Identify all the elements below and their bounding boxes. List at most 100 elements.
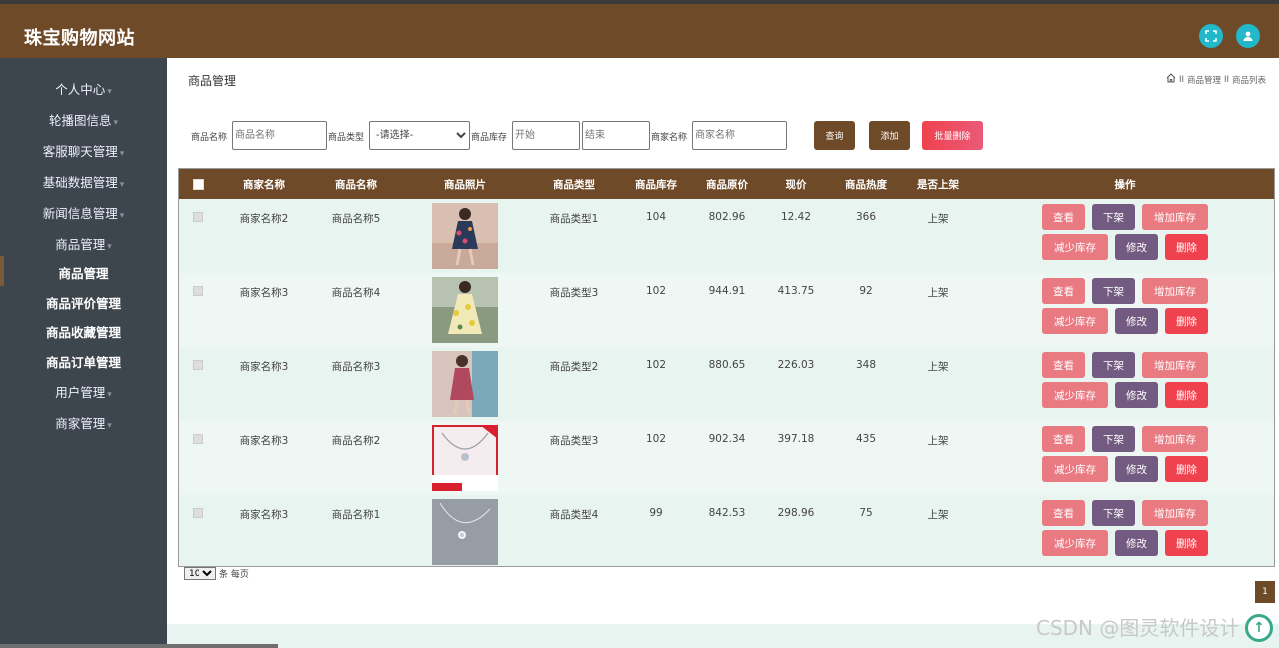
- heat-cell: 348: [855, 359, 877, 371]
- column-header: 商品类型: [553, 179, 595, 191]
- off-shelf-button[interactable]: 下架: [1092, 204, 1135, 230]
- product-photo-necklace[interactable]: [432, 499, 498, 565]
- heat-cell: 92: [859, 285, 873, 297]
- sidebar-subitem-goods[interactable]: 商品管理: [0, 263, 167, 282]
- breadcrumb-item[interactable]: 商品管理: [1187, 74, 1221, 86]
- breadcrumb-separator: II: [1223, 74, 1229, 85]
- delete-button[interactable]: 删除: [1165, 530, 1208, 556]
- sidebar-item-news[interactable]: 新闻信息管理 ▾: [0, 203, 167, 222]
- reduce-stock-button[interactable]: 减少库存: [1042, 308, 1108, 334]
- sidebar-subitem-favorites[interactable]: 商品收藏管理: [0, 322, 167, 341]
- user-icon[interactable]: [1236, 24, 1260, 48]
- sidebar-item-label: 商家管理: [55, 416, 106, 431]
- edit-button[interactable]: 修改: [1115, 530, 1158, 556]
- row-checkbox[interactable]: [193, 212, 203, 222]
- off-shelf-button[interactable]: 下架: [1092, 352, 1135, 378]
- delete-button[interactable]: 删除: [1165, 234, 1208, 260]
- sidebar-subitem-reviews[interactable]: 商品评价管理: [0, 293, 167, 312]
- chevron-down-icon: ▾: [119, 180, 125, 190]
- sidebar-subitem-orders[interactable]: 商品订单管理: [0, 352, 167, 371]
- status-cell: 上架: [927, 361, 949, 373]
- column-header: 是否上架: [917, 179, 959, 191]
- reduce-stock-button[interactable]: 减少库存: [1042, 456, 1108, 482]
- add-stock-button[interactable]: 增加库存: [1142, 426, 1208, 452]
- product-photo-dress[interactable]: [432, 203, 498, 269]
- goods-name-cell: 商品名称5: [331, 213, 381, 225]
- merchant-filter-input[interactable]: [692, 121, 787, 150]
- stock-start-input[interactable]: [512, 121, 580, 150]
- edit-button[interactable]: 修改: [1115, 308, 1158, 334]
- reduce-stock-button[interactable]: 减少库存: [1042, 530, 1108, 556]
- goods-name-cell: 商品名称1: [331, 509, 381, 521]
- app-title: 珠宝购物网站: [24, 28, 135, 49]
- row-checkbox[interactable]: [193, 434, 203, 444]
- row-checkbox[interactable]: [193, 508, 203, 518]
- goods-name-cell: 商品名称2: [331, 435, 381, 447]
- add-stock-button[interactable]: 增加库存: [1142, 352, 1208, 378]
- view-button[interactable]: 查看: [1042, 352, 1085, 378]
- batch-delete-button[interactable]: 批量删除: [922, 121, 983, 150]
- product-photo-dress[interactable]: [432, 351, 498, 417]
- header-bar: 珠宝购物网站: [0, 4, 1279, 58]
- type-filter-label: 商品类型: [328, 133, 365, 143]
- sidebar-item-label: 个人中心: [55, 82, 106, 97]
- table-header: 商家名称 商品名称 商品照片 商品类型 商品库存 商品原价 现价 商品热度 是否…: [179, 169, 1274, 199]
- off-shelf-button[interactable]: 下架: [1092, 278, 1135, 304]
- delete-button[interactable]: 删除: [1165, 382, 1208, 408]
- edit-button[interactable]: 修改: [1115, 234, 1158, 260]
- product-photo-necklace[interactable]: [432, 425, 498, 491]
- merchant-cell: 商家名称3: [239, 435, 289, 447]
- view-button[interactable]: 查看: [1042, 426, 1085, 452]
- add-button[interactable]: 添加: [869, 121, 910, 150]
- price-cell: 413.75: [777, 285, 815, 297]
- original-price-cell: 944.91: [708, 285, 746, 297]
- original-price-cell: 880.65: [708, 359, 746, 371]
- expand-icon[interactable]: [1199, 24, 1223, 48]
- column-header: 操作: [1114, 179, 1136, 191]
- sidebar-item-users[interactable]: 用户管理 ▾: [0, 382, 167, 401]
- edit-button[interactable]: 修改: [1115, 382, 1158, 408]
- merchant-cell: 商家名称2: [239, 213, 289, 225]
- view-button[interactable]: 查看: [1042, 500, 1085, 526]
- off-shelf-button[interactable]: 下架: [1092, 500, 1135, 526]
- edit-button[interactable]: 修改: [1115, 456, 1158, 482]
- reduce-stock-button[interactable]: 减少库存: [1042, 234, 1108, 260]
- scroll-top-icon[interactable]: ↑: [1245, 614, 1273, 642]
- sidebar-item-chat[interactable]: 客服聊天管理 ▾: [0, 141, 167, 160]
- home-icon[interactable]: [1166, 73, 1176, 86]
- status-cell: 上架: [927, 287, 949, 299]
- horizontal-scrollbar[interactable]: [0, 644, 278, 648]
- sidebar-item-personal-center[interactable]: 个人中心 ▾: [0, 79, 167, 98]
- column-header: 现价: [785, 179, 807, 191]
- name-filter-input[interactable]: [232, 121, 327, 150]
- stock-end-input[interactable]: [582, 121, 650, 150]
- add-stock-button[interactable]: 增加库存: [1142, 204, 1208, 230]
- original-price-cell: 802.96: [708, 211, 746, 223]
- reduce-stock-button[interactable]: 减少库存: [1042, 382, 1108, 408]
- sidebar-item-goods[interactable]: 商品管理 ▾: [0, 234, 167, 253]
- view-button[interactable]: 查看: [1042, 204, 1085, 230]
- off-shelf-button[interactable]: 下架: [1092, 426, 1135, 452]
- sidebar-item-merchants[interactable]: 商家管理 ▾: [0, 413, 167, 432]
- sidebar-item-carousel[interactable]: 轮播图信息 ▾: [0, 110, 167, 129]
- delete-button[interactable]: 删除: [1165, 456, 1208, 482]
- page-number-button[interactable]: 1: [1255, 581, 1275, 603]
- page-size-select[interactable]: 10: [184, 567, 216, 580]
- select-all-checkbox[interactable]: [193, 179, 204, 190]
- table-row: 商家名称3 商品名称1 商品类型4 99 842.53 298.96 75 上架…: [179, 495, 1274, 566]
- search-button[interactable]: 查询: [814, 121, 855, 150]
- add-stock-button[interactable]: 增加库存: [1142, 500, 1208, 526]
- add-stock-button[interactable]: 增加库存: [1142, 278, 1208, 304]
- breadcrumb-separator: II: [1178, 74, 1184, 85]
- delete-button[interactable]: 删除: [1165, 308, 1208, 334]
- original-price-cell: 902.34: [708, 433, 746, 445]
- sidebar-item-label: 客服聊天管理: [42, 144, 118, 159]
- watermark-text: CSDN @图灵软件设计: [1036, 616, 1240, 640]
- sidebar-item-base-data[interactable]: 基础数据管理 ▾: [0, 172, 167, 191]
- row-checkbox[interactable]: [193, 360, 203, 370]
- product-photo-dress[interactable]: [432, 277, 498, 343]
- view-button[interactable]: 查看: [1042, 278, 1085, 304]
- type-filter-select[interactable]: -请选择-: [369, 121, 470, 150]
- row-checkbox[interactable]: [193, 286, 203, 296]
- column-header: 商品照片: [444, 179, 486, 191]
